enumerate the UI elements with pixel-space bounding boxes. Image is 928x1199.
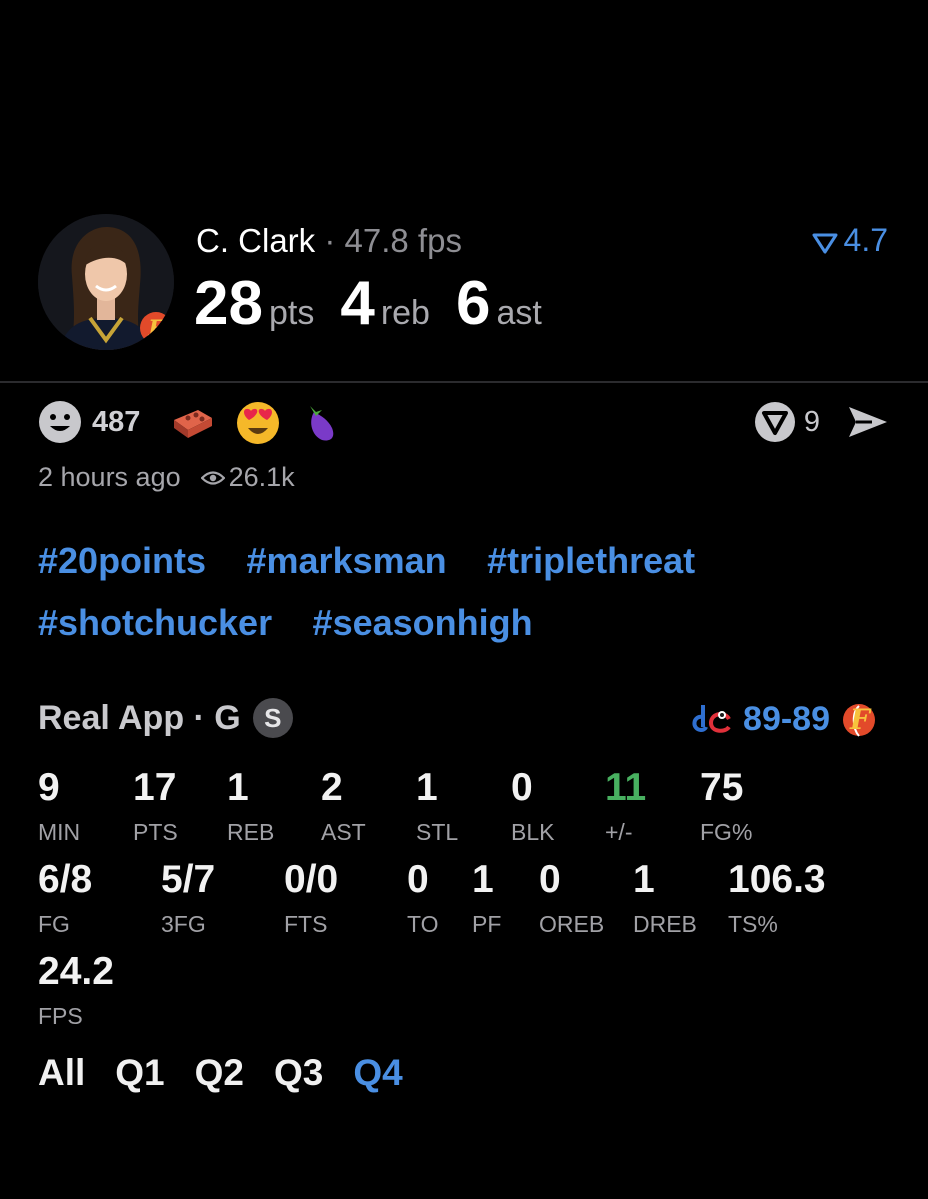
stat-to: 0 TO xyxy=(407,858,439,937)
stat-reb: 1 REB xyxy=(227,766,275,845)
share-bar: 9 xyxy=(754,400,890,444)
game-source[interactable]: Real App · G S xyxy=(38,698,293,738)
name-separator: · xyxy=(324,222,336,259)
hashtag[interactable]: #triplethreat xyxy=(487,540,695,582)
pts-value: 28 xyxy=(194,269,263,338)
header-divider xyxy=(0,381,928,383)
hashtag-list: #20points #marksman #triplethreat #shotc… xyxy=(38,540,898,664)
eggplant-emoji-icon[interactable] xyxy=(300,398,348,446)
post-meta: 2 hours ago 26.1k xyxy=(38,462,295,493)
send-icon[interactable] xyxy=(846,404,890,440)
ast-label: ast xyxy=(496,294,542,332)
game-score[interactable]: 89-89 F xyxy=(681,698,888,740)
svg-text:F: F xyxy=(147,316,165,342)
view-count: 26.1k xyxy=(228,462,295,492)
post-time: 2 hours ago xyxy=(38,462,181,492)
reb-value: 4 xyxy=(340,269,375,338)
tab-q4[interactable]: Q4 xyxy=(353,1052,402,1094)
stat-3fg: 5/7 3FG xyxy=(161,858,216,937)
player-name[interactable]: C. Clark xyxy=(196,222,315,259)
stat-pts: 17 PTS xyxy=(133,766,178,845)
rating-button[interactable]: 4.7 xyxy=(812,222,888,259)
brick-emoji-icon[interactable] xyxy=(168,398,216,446)
stat-fg: 6/8 FG xyxy=(38,858,93,937)
stat-fts: 0/0 FTS xyxy=(284,858,339,937)
fever-logo-icon: F xyxy=(843,703,875,737)
stat-ast: 2 AST xyxy=(321,766,366,845)
comment-icon[interactable] xyxy=(754,401,796,443)
smiley-icon[interactable] xyxy=(38,400,82,444)
score-text: 89-89 xyxy=(743,699,830,738)
stat-dreb: 1 DREB xyxy=(633,858,697,937)
stat-min: 9 MIN xyxy=(38,766,81,845)
fever-logo-icon: F xyxy=(140,312,172,344)
stat-oreb: 0 OREB xyxy=(539,858,605,937)
reb-label: reb xyxy=(380,294,430,332)
tab-q2[interactable]: Q2 xyxy=(195,1052,244,1094)
player-name-line[interactable]: C. Clark · 47.8 fps xyxy=(196,222,462,260)
heart-eyes-emoji-icon[interactable] xyxy=(234,398,282,446)
stat-stl: 1 STL xyxy=(416,766,459,845)
ast-value: 6 xyxy=(455,269,491,338)
eye-icon xyxy=(200,470,225,485)
hashtag[interactable]: #shotchucker xyxy=(38,602,272,644)
player-avatar[interactable]: F xyxy=(38,214,174,350)
player-fps: 47.8 fps xyxy=(344,222,462,259)
reaction-count[interactable]: 487 xyxy=(92,406,140,439)
game-source-label: Real App · G xyxy=(38,698,241,737)
mystics-logo-icon xyxy=(692,705,731,733)
stat-fps: 24.2 FPS xyxy=(38,950,114,1029)
hashtag[interactable]: #20points xyxy=(38,540,206,582)
stat-blk: 0 BLK xyxy=(511,766,555,845)
tab-q1[interactable]: Q1 xyxy=(115,1052,164,1094)
rating-triangle-icon xyxy=(812,233,838,254)
hashtag[interactable]: #marksman xyxy=(247,540,447,582)
pts-label: pts xyxy=(268,294,315,332)
comment-count[interactable]: 9 xyxy=(804,406,820,439)
stat-ts-pct: 106.3 TS% xyxy=(728,858,826,937)
svg-text:F: F xyxy=(849,703,872,736)
reaction-bar: 487 xyxy=(38,400,366,444)
stat-pf: 1 PF xyxy=(472,858,502,937)
quarter-tabs: All Q1 Q2 Q3 Q4 xyxy=(38,1052,433,1094)
tab-all[interactable]: All xyxy=(38,1052,85,1094)
stat-fg-pct: 75 FG% xyxy=(700,766,753,845)
stat-summary: 28 pts 4 reb 6 ast xyxy=(194,268,568,339)
game-status-badge: S xyxy=(252,698,293,738)
stat-plus-minus: 11 +/- xyxy=(605,766,647,845)
tab-q3[interactable]: Q3 xyxy=(274,1052,323,1094)
hashtag[interactable]: #seasonhigh xyxy=(313,602,533,644)
rating-value: 4.7 xyxy=(843,222,888,258)
